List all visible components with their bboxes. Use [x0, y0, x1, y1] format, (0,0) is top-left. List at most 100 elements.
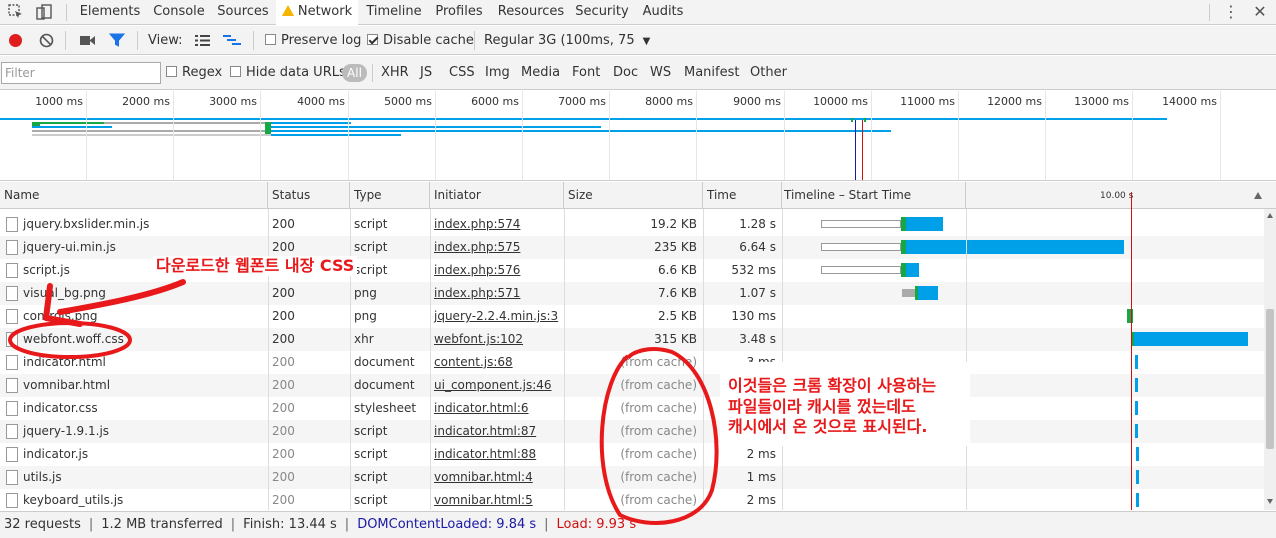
cell-initiator[interactable]: index.php:574: [430, 213, 564, 236]
hide-data-urls-checkbox[interactable]: Hide data URLs: [230, 56, 346, 90]
preserve-log-label: Preserve log: [281, 33, 362, 48]
table-row[interactable]: utils.js 200 script vomnibar.html:4 (from ca…: [0, 466, 1264, 489]
disable-cache-checkbox[interactable]: Disable cache: [367, 26, 474, 55]
more-menu-icon[interactable]: ⋮: [1222, 3, 1240, 21]
filter-type-ws[interactable]: WS: [650, 56, 671, 90]
large-rows-icon[interactable]: [194, 34, 211, 47]
tab-audits[interactable]: Audits: [640, 0, 686, 25]
video-camera-icon[interactable]: [79, 34, 96, 47]
cell-status: 200: [272, 470, 295, 484]
filter-input[interactable]: [1, 62, 161, 84]
tab-resources[interactable]: Resources: [495, 0, 567, 25]
inspect-element-icon[interactable]: [7, 3, 25, 21]
cell-name: indicator.html: [23, 355, 106, 369]
tab-network[interactable]: Network: [276, 0, 358, 25]
regex-checkbox[interactable]: Regex: [166, 56, 222, 90]
cell-initiator[interactable]: indicator.html:6: [430, 397, 564, 420]
table-row[interactable]: indicator.css 200 stylesheet indicator.html…: [0, 397, 1264, 420]
tab-elements[interactable]: Elements: [76, 0, 144, 25]
filter-type-js[interactable]: JS: [420, 56, 432, 90]
filter-type-other[interactable]: Other: [750, 56, 787, 90]
checkbox-box[interactable]: [367, 34, 378, 45]
tab-timeline[interactable]: Timeline: [363, 0, 425, 25]
table-scrollbar[interactable]: [1264, 209, 1276, 510]
table-row[interactable]: indicator.html 200 document content.js:68 (f…: [0, 351, 1264, 374]
column-header-name[interactable]: Name: [0, 182, 268, 209]
device-toolbar-icon[interactable]: [35, 3, 53, 21]
cell-initiator[interactable]: index.php:575: [430, 236, 564, 259]
column-header-size[interactable]: Size: [564, 182, 703, 209]
table-row[interactable]: vomnibar.html 200 document ui_component.js:…: [0, 374, 1264, 397]
record-icon[interactable]: [9, 34, 22, 47]
cell-time: 532 ms: [731, 263, 776, 277]
overview-waterfall-icon[interactable]: [222, 34, 242, 47]
overview-gridline: [1220, 91, 1221, 180]
table-row[interactable]: visual_bg.png 200 png index.php:571 7.6 KB 1.…: [0, 282, 1264, 305]
tab-security[interactable]: Security: [573, 0, 631, 25]
cell-type: script: [354, 240, 388, 254]
timeline-overview[interactable]: 1000 ms 2000 ms 3000 ms 4000 ms 5000 ms 6000 …: [0, 91, 1276, 181]
table-row[interactable]: controls.png 200 png jquery-2.2.4.min.js:3 2…: [0, 305, 1264, 328]
close-icon[interactable]: ✕: [1251, 3, 1269, 21]
cell-initiator[interactable]: index.php:571: [430, 282, 564, 305]
devtools-tabbar: Elements Console Sources Network Timelin…: [0, 0, 1276, 25]
cell-type: script: [354, 263, 388, 277]
tab-console[interactable]: Console: [148, 0, 210, 25]
column-header-type[interactable]: Type: [350, 182, 430, 209]
filter-type-xhr[interactable]: XHR: [381, 56, 409, 90]
filter-icon[interactable]: [109, 33, 125, 48]
table-row[interactable]: webfont.woff.css 200 xhr webfont.js:102 315 …: [0, 328, 1264, 351]
filter-type-all[interactable]: All: [342, 64, 367, 82]
checkbox-box[interactable]: [166, 66, 177, 77]
sort-ascending-icon[interactable]: [1254, 192, 1262, 199]
cell-initiator[interactable]: index.php:576: [430, 259, 564, 282]
cell-status: 200: [272, 286, 295, 300]
filter-type-media[interactable]: Media: [521, 56, 560, 90]
throttling-select[interactable]: Regular 3G (100ms, 75 ▼: [484, 26, 650, 55]
column-header-initiator[interactable]: Initiator: [430, 182, 564, 209]
cell-initiator[interactable]: indicator.html:88: [430, 443, 564, 466]
toolbar-divider: [65, 31, 66, 50]
table-row[interactable]: jquery-1.9.1.js 200 script indicator.html:8…: [0, 420, 1264, 443]
scroll-up-icon[interactable]: [1267, 213, 1273, 218]
preserve-log-checkbox[interactable]: Preserve log: [265, 26, 361, 55]
filter-type-font[interactable]: Font: [572, 56, 600, 90]
annotation-cache-line-1: 이것들은 크롬 확장이 사용하는: [728, 376, 937, 396]
cell-initiator[interactable]: jquery-2.2.4.min.js:3: [430, 305, 564, 328]
column-header-status[interactable]: Status: [268, 182, 350, 209]
overview-bar: [851, 118, 853, 122]
filter-type-css[interactable]: CSS: [449, 56, 475, 90]
cell-type: script: [354, 493, 388, 507]
cell-initiator[interactable]: vomnibar.html:5: [430, 489, 564, 510]
tab-sources[interactable]: Sources: [214, 0, 272, 25]
cell-initiator[interactable]: content.js:68: [430, 351, 564, 374]
clear-icon[interactable]: [39, 33, 54, 48]
cell-status: 200: [272, 309, 295, 323]
scroll-down-icon[interactable]: [1267, 499, 1273, 504]
table-row[interactable]: jquery.bxslider.min.js 200 script index.php…: [0, 213, 1264, 236]
cell-size: 315 KB: [654, 332, 697, 346]
filter-type-doc[interactable]: Doc: [613, 56, 638, 90]
checkbox-box[interactable]: [265, 34, 276, 45]
filter-type-manifest[interactable]: Manifest: [684, 56, 739, 90]
column-divider: [564, 209, 565, 510]
table-row[interactable]: keyboard_utils.js 200 script vomnibar.html:…: [0, 489, 1264, 510]
scrollbar-thumb[interactable]: [1266, 309, 1274, 449]
table-row[interactable]: indicator.js 200 script indicator.html:88 (f…: [0, 443, 1264, 466]
tab-profiles[interactable]: Profiles: [431, 0, 487, 25]
cell-size: (from cache): [620, 401, 697, 415]
filter-type-img[interactable]: Img: [485, 56, 510, 90]
overview-bar: [271, 126, 601, 128]
cell-initiator[interactable]: ui_component.js:46: [430, 374, 564, 397]
checkbox-box[interactable]: [230, 66, 241, 77]
column-header-time[interactable]: Time: [703, 182, 782, 209]
overview-gridline: [173, 91, 174, 180]
cell-size: (from cache): [620, 424, 697, 438]
status-divider: |: [230, 517, 236, 532]
cell-initiator[interactable]: vomnibar.html:4: [430, 466, 564, 489]
cell-time: 1 ms: [746, 470, 776, 484]
cell-initiator[interactable]: webfont.js:102: [430, 328, 564, 351]
load-time: Load: 9.93 s: [556, 517, 637, 532]
column-header-timeline[interactable]: Timeline – Start Time: [782, 182, 966, 209]
cell-initiator[interactable]: indicator.html:87: [430, 420, 564, 443]
